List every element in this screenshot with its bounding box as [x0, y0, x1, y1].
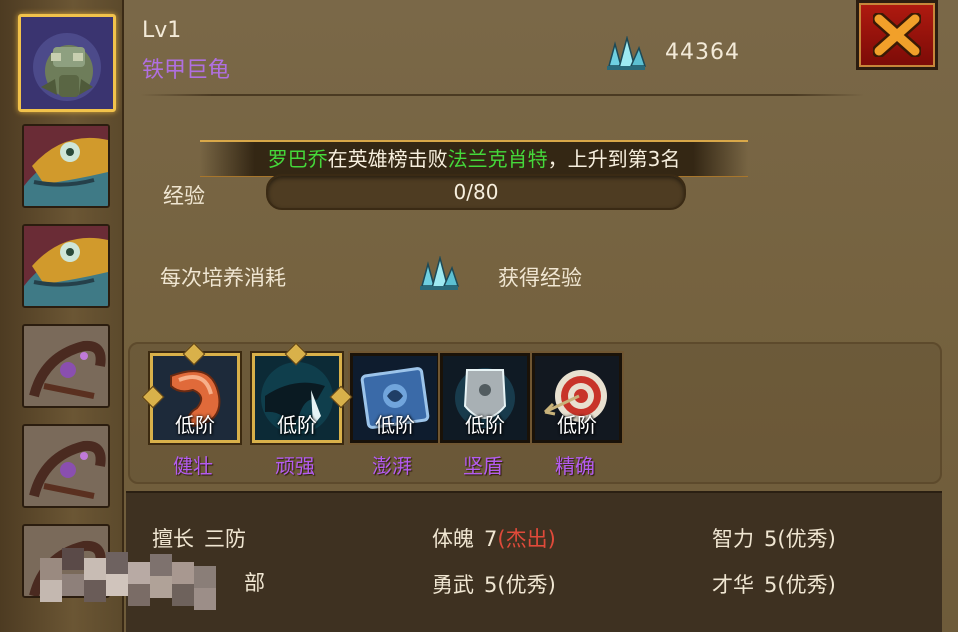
skill-level: 低阶 [375, 413, 415, 437]
stat-grade: (优秀) [497, 573, 556, 597]
experience-text: 0/80 [453, 180, 499, 204]
armored-turtle-portrait-icon [21, 17, 113, 109]
stat-label: 勇武 [432, 573, 474, 597]
experience-label: 经验 [163, 184, 205, 208]
close-button[interactable] [856, 0, 938, 70]
stat-label: 体魄 [432, 527, 474, 551]
hero-name: 铁甲巨龟 [142, 58, 231, 83]
roster-slot-sea-creature-1[interactable] [22, 124, 110, 208]
skill-name: 坚盾 [463, 454, 503, 478]
pixelated-watermark [40, 548, 270, 618]
roster-slot-armored-turtle[interactable] [18, 14, 116, 112]
banner-tail: ，上升到第3名 [547, 147, 681, 171]
stat-valor: 勇武 5(优秀) [432, 569, 556, 599]
scorpion-portrait-icon [24, 326, 108, 406]
banner-target: 法兰克肖特 [447, 147, 548, 171]
roster-slot-scorpion-2[interactable] [22, 424, 110, 508]
roster-slot-sea-creature-2[interactable] [22, 224, 110, 308]
stat-label: 才华 [712, 573, 754, 597]
stat-talent: 才华 5(优秀) [712, 569, 836, 599]
crystal-icon [607, 36, 647, 70]
skill-level: 低阶 [277, 413, 317, 437]
scorpion-portrait-icon [24, 426, 108, 506]
crystal-amount: 44364 [665, 40, 740, 65]
stat-label: 智力 [712, 527, 754, 551]
banner-player: 罗巴乔 [267, 147, 328, 171]
cultivate-cost-label: 每次培养消耗 [160, 266, 286, 290]
banner-mid: 在英雄榜击败 [327, 147, 448, 171]
hero-level: Lv1 [142, 18, 182, 43]
stat-grade: (优秀) [777, 527, 836, 551]
stat-intellect: 智力 5(优秀) [712, 523, 836, 553]
stat-value: 7 [484, 527, 498, 551]
skill-precise[interactable]: 低阶 [532, 353, 622, 443]
skill-level: 低阶 [175, 413, 215, 437]
skill-level: 低阶 [465, 413, 505, 437]
stat-value: 5 [764, 527, 778, 551]
hero-roster[interactable] [0, 0, 124, 632]
skill-surging[interactable]: 低阶 [350, 353, 440, 443]
stat-value: 5 [764, 573, 778, 597]
stat-grade: (优秀) [777, 573, 836, 597]
skill-tenacious[interactable]: 低阶 [252, 353, 342, 443]
skill-name: 澎湃 [372, 454, 412, 478]
header-divider [140, 94, 865, 96]
stat-physique: 体魄 7(杰出) [432, 523, 556, 553]
announcement-banner: 罗巴乔在英雄榜击败法兰克肖特，上升到第3名 [200, 140, 748, 177]
sea-creature-portrait-icon [24, 226, 108, 306]
stat-grade: (杰出) [497, 527, 556, 551]
skill-level: 低阶 [557, 413, 597, 437]
skill-name: 健壮 [173, 454, 213, 478]
close-x-icon [873, 13, 921, 57]
hero-cultivation-panel: Lv1 铁甲巨龟 44364 罗巴乔在英雄榜击败法兰克肖特，上升到第3名 经验 … [0, 0, 958, 632]
sea-creature-portrait-icon [24, 126, 108, 206]
skill-name: 精确 [555, 454, 595, 478]
skill-robust[interactable]: 低阶 [150, 353, 240, 443]
stat-value: 5 [484, 573, 498, 597]
roster-slot-scorpion-1[interactable] [22, 324, 110, 408]
skill-name: 顽强 [275, 454, 315, 478]
crystal-icon [420, 256, 460, 290]
experience-bar: 0/80 [266, 174, 686, 210]
skill-firm-shield[interactable]: 低阶 [440, 353, 530, 443]
gain-experience-label: 获得经验 [498, 266, 582, 290]
